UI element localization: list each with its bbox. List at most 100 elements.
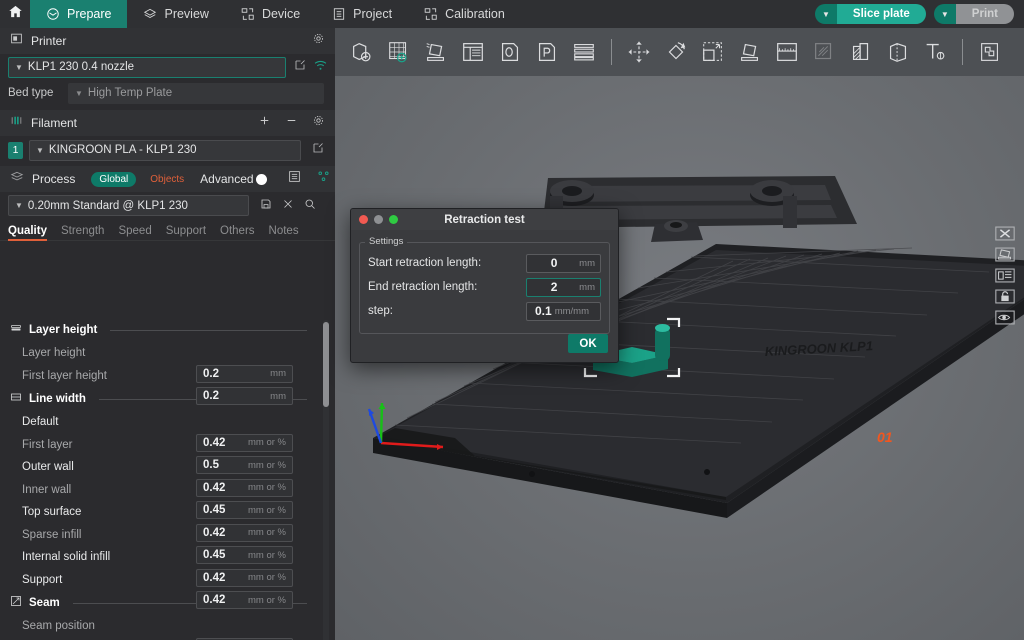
param-row-inner: Support [0,569,335,592]
tab-notes[interactable]: Notes [269,225,299,240]
plate-number-label: 01 [877,429,893,445]
bed-type-label: Bed type [8,87,54,99]
wifi-icon[interactable] [314,58,327,76]
print-dropdown-arrow[interactable]: ▼ [933,4,956,24]
printer-preset-value: KLP1 230 0.4 nozzle [27,61,135,73]
list-icon[interactable] [288,170,301,188]
search-icon[interactable] [304,197,316,215]
slice-plate-dropdown-arrow[interactable]: ▼ [814,4,837,24]
end-retraction-length-unit: mm [579,281,595,293]
param-input[interactable]: 0.42 mm or % [196,591,293,609]
process-section-header: Process Global Objects Advanced [0,166,335,192]
tab-others[interactable]: Others [220,225,255,240]
param-row: Inner wall 0.45 mm or % [0,479,335,519]
start-retraction-length-label: Start retraction length: [368,257,482,269]
delete-icon[interactable] [994,225,1016,242]
printer-preset-combo[interactable]: ▼ KLP1 230 0.4 nozzle [8,56,286,78]
param-row: Outer wall 0.42 mm or % [0,456,335,497]
process-preset-value: 0.20mm Standard @ KLP1 230 [27,199,188,212]
seam-icon [10,594,22,612]
tab-calibration[interactable]: Calibration [408,0,521,28]
param-row-inner: Seam position [0,615,335,638]
dialog-title-bar[interactable]: Retraction test [351,209,618,230]
tab-calibration-label: Calibration [445,7,505,21]
param-label: First layer [22,438,73,451]
printer-icon [10,32,23,50]
param-row: Layer height 0.2 mm [0,342,335,383]
process-scope-objects[interactable]: Objects [150,174,184,185]
param-label: Outer wall [22,461,74,474]
param-row: First layer 0.5 mm or % [0,434,335,474]
param-row: Top surface 0.42 mm or % [0,501,335,542]
printer-edit-icon[interactable] [294,58,306,76]
param-label: Support [22,573,63,586]
end-retraction-length-label: End retraction length: [368,281,478,293]
tab-speed[interactable]: Speed [118,225,151,240]
plus-icon[interactable] [258,114,271,132]
param-label: Top surface [22,506,82,519]
start-retraction-length-input[interactable]: 0 mm [526,253,601,273]
printer-section-label: Printer [31,34,67,48]
filament-preset-row: 1 ▼ KINGROON PLA - KLP1 230 [0,136,335,164]
param-group-header: Layer height [0,318,335,342]
close-icon[interactable] [282,197,294,215]
left-settings-panel: Printer ▼ KLP1 230 0.4 nozzle Bed type ▼… [0,28,335,640]
filament-preset-combo[interactable]: ▼ KINGROON PLA - KLP1 230 [29,139,301,161]
ok-button[interactable]: OK [568,334,608,353]
printer-settings-gear-icon[interactable] [312,32,325,50]
tab-preview[interactable]: Preview [127,0,224,28]
tab-project[interactable]: Project [316,0,408,28]
start-retraction-length-row: Start retraction length: 0 mm [368,251,601,275]
param-row-inner: Outer wall [0,456,335,479]
compare-icon[interactable] [317,170,330,188]
visibility-icon[interactable] [994,309,1016,326]
toggle-knob [256,173,268,185]
param-label: Sparse infill [22,528,82,541]
filament-edit-icon[interactable] [312,141,324,159]
minus-icon[interactable] [285,114,298,132]
tab-preview-label: Preview [164,7,209,21]
printer-preset-row: ▼ KLP1 230 0.4 nozzle [0,54,335,80]
param-unit: mm [270,390,286,402]
divider [110,329,307,331]
filament-index-badge[interactable]: 1 [8,141,23,159]
home-button[interactable] [0,0,30,28]
prepare-icon [46,7,60,21]
arrange-icon[interactable] [994,246,1016,263]
param-row-inner: Inner wall [0,479,335,502]
slice-plate-button[interactable]: Slice plate [836,4,926,24]
step-input[interactable]: 0.1 mm/mm [526,301,601,321]
parameters-scrollbar-thumb[interactable] [323,322,329,407]
process-preset-combo[interactable]: ▼ 0.20mm Standard @ KLP1 230 [8,195,249,216]
bed-type-combo[interactable]: ▼ High Temp Plate [68,82,324,104]
param-label: Inner wall [22,483,72,496]
param-input[interactable]: 0.2 mm [196,387,293,405]
param-row-inner: First layer [0,434,335,457]
slice-plate-split-button[interactable]: ▼ Slice plate [814,4,926,24]
filament-section-header: Filament [0,110,335,136]
filament-settings-gear-icon[interactable] [312,114,325,132]
print-split-button[interactable]: ▼ Print [933,4,1014,24]
lock-icon[interactable] [994,288,1016,305]
settings-group: Settings Start retraction length: 0 mm E… [359,236,610,334]
param-label: Seam position [22,620,95,633]
dialog-title: Retraction test [444,213,525,226]
start-retraction-length-unit: mm [579,257,595,269]
chevron-down-icon: ▼ [15,201,23,210]
param-row-inner: Layer height [0,342,335,365]
tab-device[interactable]: Device [225,0,316,28]
tab-prepare[interactable]: Prepare [30,0,128,28]
tab-support[interactable]: Support [166,225,206,240]
line-width-icon [10,390,22,408]
end-retraction-length-input[interactable]: 2 mm [526,277,601,297]
process-scope-global[interactable]: Global [91,171,137,187]
split-icon[interactable] [994,267,1016,284]
tab-strength[interactable]: Strength [61,225,104,240]
retraction-test-dialog[interactable]: Retraction test Settings Start retractio… [350,208,619,363]
param-group-title: Seam [29,597,60,609]
save-icon[interactable] [260,197,272,215]
end-retraction-length-value: 2 [550,280,558,294]
tab-quality[interactable]: Quality [8,225,47,241]
preview-layers-icon [143,7,157,21]
param-row: Sparse infill 0.45 mm or % [0,524,335,564]
